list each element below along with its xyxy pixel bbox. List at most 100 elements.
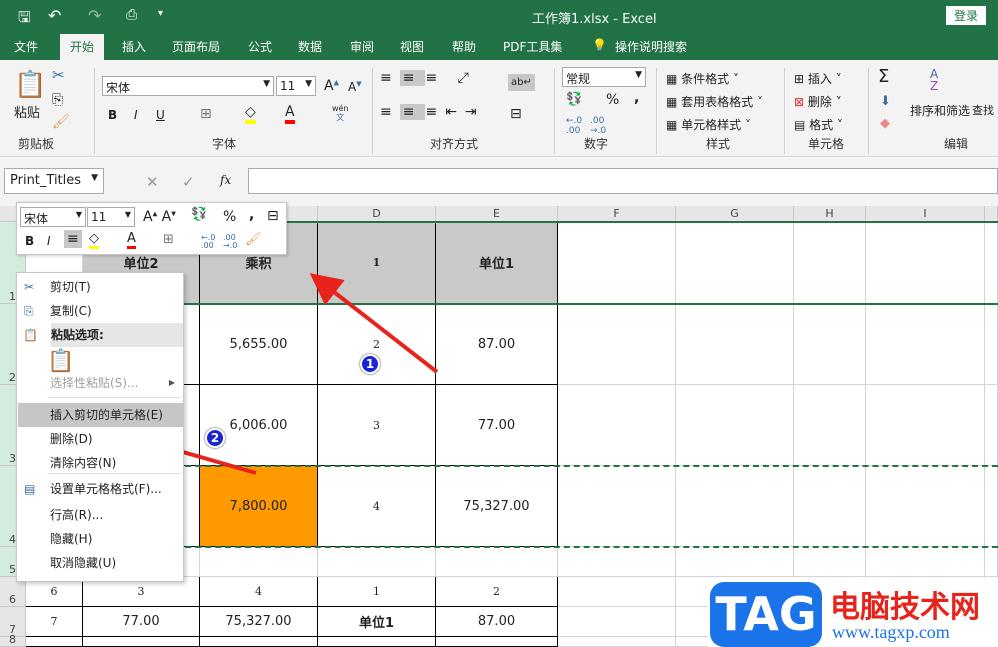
- mini-font-select[interactable]: 宋体 ▼: [20, 207, 86, 227]
- column-header-I[interactable]: I: [866, 206, 985, 222]
- tab-data[interactable]: 数据: [298, 38, 322, 55]
- italic-button[interactable]: I: [134, 108, 138, 122]
- cell-C8[interactable]: [200, 637, 318, 647]
- menu-item-10[interactable]: 取消隐藏(U): [18, 551, 183, 575]
- mini-decrease-decimal-icon[interactable]: .00 →.0: [223, 234, 237, 250]
- format-as-table-button[interactable]: ▦ 套用表格格式 ˅: [666, 93, 763, 110]
- cell-D3[interactable]: 3: [318, 385, 436, 466]
- tab-insert[interactable]: 插入: [122, 38, 146, 55]
- mini-size-select[interactable]: 11 ▼: [87, 207, 135, 227]
- column-header-F[interactable]: F: [558, 206, 676, 222]
- decrease-font-icon[interactable]: A▼: [348, 80, 362, 94]
- cell-C2[interactable]: 5,655.00: [200, 304, 318, 385]
- cell-A7[interactable]: 7: [26, 607, 83, 637]
- row-header-8[interactable]: 8: [0, 633, 26, 647]
- mini-grow-font-icon[interactable]: A▲ A▼: [143, 209, 176, 225]
- cell-F1[interactable]: [558, 222, 676, 304]
- column-header-E[interactable]: E: [436, 206, 558, 222]
- paste-option-icon[interactable]: 📋: [47, 349, 74, 374]
- cell-I2[interactable]: [866, 304, 985, 385]
- menu-item-6[interactable]: 清除内容(N): [18, 451, 183, 475]
- cell-H3[interactable]: [794, 385, 866, 466]
- cell-B8[interactable]: [83, 637, 200, 647]
- mini-comma-button[interactable]: ,: [249, 207, 254, 223]
- cell-E6[interactable]: 2: [436, 577, 558, 607]
- insert-cells-button[interactable]: ⊞ 插入 ˅: [794, 70, 842, 87]
- mini-currency-icon[interactable]: 💱: [191, 207, 207, 222]
- menu-item-5[interactable]: 删除(D): [18, 427, 183, 451]
- cut-icon[interactable]: ✂: [52, 66, 65, 84]
- find-button[interactable]: 查找: [972, 102, 994, 118]
- mini-font-color-icon[interactable]: A: [127, 231, 136, 249]
- tab-help[interactable]: 帮助: [452, 38, 476, 55]
- tab-page-layout[interactable]: 页面布局: [172, 38, 220, 55]
- mini-center-icon[interactable]: ≡: [64, 230, 82, 248]
- conditional-format-button[interactable]: ▦ 条件格式 ˅: [666, 70, 739, 87]
- cell-J2[interactable]: [985, 304, 998, 385]
- cell-D5[interactable]: [318, 547, 436, 577]
- cell-C6[interactable]: 4: [200, 577, 318, 607]
- tell-me-search[interactable]: 操作说明搜索: [615, 38, 687, 55]
- tab-file[interactable]: 文件: [14, 38, 38, 55]
- paste-icon[interactable]: 📋: [14, 70, 46, 100]
- copy-icon[interactable]: ⎘: [52, 92, 63, 108]
- comma-button[interactable]: ,: [634, 90, 639, 106]
- cell-F3[interactable]: [558, 385, 676, 466]
- cell-E2[interactable]: 87.00: [436, 304, 558, 385]
- cell-F7[interactable]: [558, 607, 676, 637]
- alignment-top-icons[interactable]: ≡ ≡ ≡ ⤢: [380, 70, 477, 86]
- cell-C5[interactable]: [200, 547, 318, 577]
- cell-E8[interactable]: [436, 637, 558, 647]
- cell-G1[interactable]: [676, 222, 794, 304]
- mini-merge-icon[interactable]: ⊟: [267, 208, 279, 224]
- insert-function-button[interactable]: fx: [220, 173, 231, 187]
- font-size-select[interactable]: 11 ▼: [276, 76, 316, 96]
- alignment-bottom-icons[interactable]: ≡ ≡ ≡⇤⇥: [380, 104, 485, 120]
- font-color-icon[interactable]: A: [285, 104, 295, 124]
- wrap-text-icon[interactable]: ab↵: [508, 74, 535, 91]
- cell-I4[interactable]: [866, 466, 985, 547]
- font-name-select[interactable]: 宋体 ▼: [102, 76, 274, 96]
- format-cells-button[interactable]: ▤ 格式 ˅: [794, 116, 843, 133]
- menu-item-7[interactable]: ▤ 设置单元格格式(F)...: [18, 477, 183, 501]
- cell-D8[interactable]: [318, 637, 436, 647]
- cell-F6[interactable]: [558, 577, 676, 607]
- cell-F5[interactable]: [558, 547, 676, 577]
- mini-increase-decimal-icon[interactable]: ←.0.00: [201, 234, 215, 250]
- bold-button[interactable]: B: [108, 108, 117, 122]
- menu-item-1[interactable]: ⎘ 复制(C): [18, 299, 183, 323]
- cell-J1[interactable]: [985, 222, 998, 304]
- cell-styles-button[interactable]: ▦ 单元格样式 ˅: [666, 116, 751, 133]
- cell-D2[interactable]: 2: [318, 304, 436, 385]
- cell-J5[interactable]: [985, 547, 998, 577]
- border-icon[interactable]: ⊞: [200, 106, 212, 122]
- undo-icon[interactable]: ↶: [48, 6, 61, 25]
- increase-font-icon[interactable]: A▲: [324, 78, 339, 94]
- cell-I3[interactable]: [866, 385, 985, 466]
- cell-I5[interactable]: [866, 547, 985, 577]
- cell-E1[interactable]: 单位1: [436, 222, 558, 304]
- cell-H1[interactable]: [794, 222, 866, 304]
- percent-button[interactable]: %: [606, 92, 619, 108]
- sort-filter-icon[interactable]: AZ: [930, 68, 938, 92]
- delete-cells-button[interactable]: ⊠ 删除 ˅: [794, 93, 842, 110]
- cancel-icon[interactable]: ✕: [146, 173, 159, 191]
- increase-decimal-icon[interactable]: ←.0.00: [566, 116, 582, 136]
- print-preview-icon[interactable]: ⎙: [126, 7, 137, 23]
- enter-icon[interactable]: ✓: [182, 173, 195, 191]
- cell-H5[interactable]: [794, 547, 866, 577]
- currency-icon[interactable]: 💱: [566, 92, 582, 107]
- cell-G5[interactable]: [676, 547, 794, 577]
- cell-J3[interactable]: [985, 385, 998, 466]
- mini-italic-button[interactable]: I: [47, 234, 51, 248]
- cell-C3[interactable]: 6,006.00: [200, 385, 318, 466]
- column-header-H[interactable]: H: [794, 206, 866, 222]
- cell-H2[interactable]: [794, 304, 866, 385]
- underline-button[interactable]: U: [156, 108, 165, 122]
- mini-fill-icon[interactable]: ◇: [89, 231, 99, 249]
- menu-item-4[interactable]: 插入剪切的单元格(E): [18, 403, 183, 427]
- cell-F4[interactable]: [558, 466, 676, 547]
- cell-D4[interactable]: 4: [318, 466, 436, 547]
- cell-J4[interactable]: [985, 466, 998, 547]
- clear-icon[interactable]: ◆: [880, 116, 890, 131]
